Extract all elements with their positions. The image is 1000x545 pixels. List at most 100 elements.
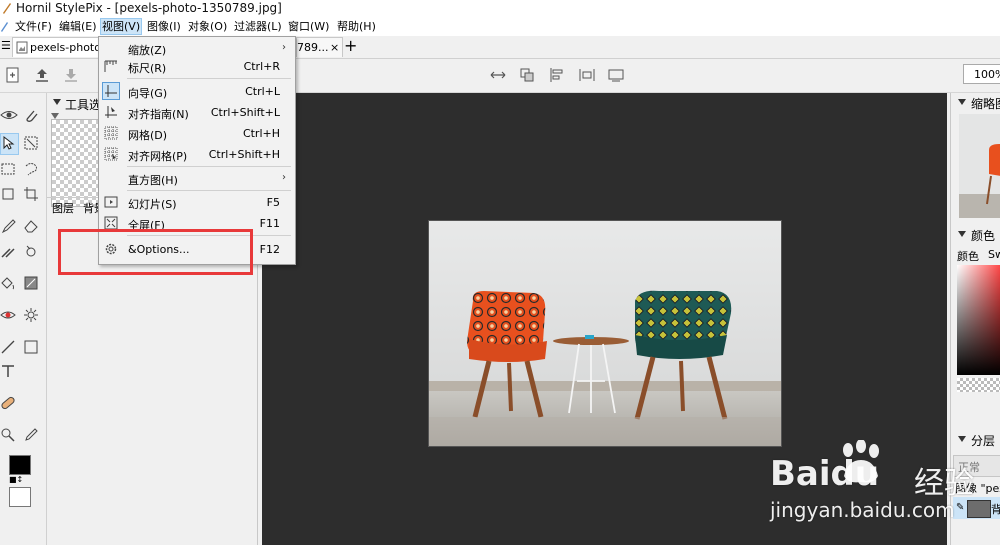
gradient-icon[interactable] [23,275,39,291]
annotation-highlight-box [58,229,253,275]
crop-select-icon[interactable] [23,135,39,151]
red-eye-icon[interactable] [0,307,16,323]
new-tab-icon[interactable]: + [344,36,357,55]
fill-bucket-icon[interactable] [0,275,16,291]
menu-item-grid-label: 网格(D) [128,129,168,142]
alpha-slider[interactable] [957,378,1000,392]
snap-grid-icon [104,147,118,161]
menu-item-ruler-shortcut: Ctrl+R [243,60,280,73]
menu-item-snap-grid-label: 对齐网格(P) [128,150,188,163]
arrange-icon[interactable] [518,66,536,84]
pointer-icon[interactable] [1,135,17,151]
new-document-icon[interactable] [4,66,22,84]
color-panel-header[interactable]: 颜色 [953,225,1000,245]
watermark: Baidu 经验 jingyan.baidu.com [764,440,1000,545]
menu-filter[interactable]: 过滤器(L) [234,19,282,34]
menu-image[interactable]: 图像(I) [147,19,181,34]
menu-item-guide-shortcut: Ctrl+L [245,85,280,98]
menu-separator [127,190,291,191]
tab-document-2-label: 789... [297,41,329,54]
crop-icon[interactable] [23,186,39,202]
menu-item-histogram-label: 直方图(H) [128,174,178,187]
brush-icon[interactable] [0,218,16,234]
menu-item-histogram[interactable]: 直方图(H) › [99,168,295,189]
clone-icon[interactable] [0,243,16,259]
navigator-thumbnail[interactable] [959,114,1000,218]
tab-list-icon[interactable]: ☰ [1,39,11,52]
zoom-icon[interactable] [0,427,16,443]
menu-help[interactable]: 帮助(H) [337,19,376,34]
menu-item-snap-grid[interactable]: 对齐网格(P) Ctrl+Shift+H [99,144,295,165]
upload-icon[interactable] [33,66,51,84]
menu-item-guide-label: 向导(G) [128,87,168,100]
menu-item-grid[interactable]: 网格(D) Ctrl+H [99,123,295,144]
app-menu-icon[interactable] [0,20,10,32]
window-title: Hornil StylePix - [pexels-photo-1350789.… [16,1,282,15]
menu-item-options-shortcut: F12 [259,243,280,256]
eraser-icon[interactable] [23,218,39,234]
collapse-triangle-icon[interactable] [53,99,61,105]
chairs-photo-svg [429,221,781,446]
menu-object[interactable]: 对象(O) [188,19,227,34]
menu-item-snap-grid-shortcut: Ctrl+Shift+H [208,148,280,161]
color-panel-title: 颜色 [971,229,996,243]
line-icon[interactable] [0,339,16,355]
align-left-icon[interactable] [548,66,566,84]
heal-icon[interactable] [23,243,39,259]
color-tab[interactable]: 颜色 [957,248,979,264]
thumbnail-svg [959,114,1000,218]
thumbnail-panel-header[interactable]: 缩略图 [953,93,1000,113]
close-tab-icon[interactable]: × [330,38,339,57]
menu-file[interactable]: 文件(F) [15,19,52,34]
eyedropper-icon[interactable] [23,427,39,443]
menu-item-snap-guide-shortcut: Ctrl+Shift+L [210,106,280,119]
app-icon [3,3,11,14]
rectangle-icon[interactable] [23,339,39,355]
submenu-arrow-icon: › [282,172,286,183]
swap-colors-icon[interactable]: ■↕ [9,475,23,484]
menu-item-guide[interactable]: 向导(G) Ctrl+L [99,81,295,102]
frame-icon[interactable] [0,186,16,202]
menu-item-grid-shortcut: Ctrl+H [242,127,280,140]
menu-view[interactable]: 视图(V) [100,18,143,35]
zoom-field[interactable]: 100% [963,64,1000,84]
guide-icon [102,82,120,100]
photo-chairs [428,220,782,447]
tools-bar: ■↕ [0,93,47,545]
menu-item-slideshow[interactable]: 幻灯片(S) F5 [99,192,295,213]
grid-icon [104,126,118,140]
rect-select-icon[interactable] [0,161,16,177]
tab-document-1-label: pexels-photo [30,41,101,54]
foreground-color-swatch[interactable] [9,455,31,475]
download-icon[interactable] [62,66,80,84]
thumbnail-panel-title: 缩略图 [971,97,1000,111]
collapse-triangle-icon[interactable] [958,99,966,105]
menu-window[interactable]: 窗口(W) [288,19,329,34]
menu-edit[interactable]: 编辑(E) [59,19,97,34]
menu-item-slideshow-shortcut: F5 [266,196,280,209]
text-icon[interactable] [0,363,16,379]
watermark-cn: 经验 [914,466,974,501]
paperclip-icon[interactable] [23,107,39,123]
tab-document-1[interactable]: pexels-photo [12,37,106,57]
menu-item-ruler-label: 标尺(R) [128,62,167,75]
title-bar: Hornil StylePix - [pexels-photo-1350789.… [0,0,1000,17]
menu-item-ruler[interactable]: 标尺(R) Ctrl+R [99,56,295,77]
collapse-triangle-icon[interactable] [958,231,966,237]
canvas-size-icon[interactable] [607,66,625,84]
snap-guide-icon [105,106,117,118]
brightness-icon[interactable] [23,307,39,323]
eye-icon[interactable] [0,107,18,123]
lasso-icon[interactable] [23,161,39,177]
slideshow-icon [104,196,118,208]
flip-horizontal-icon[interactable] [489,66,507,84]
background-color-swatch[interactable] [9,487,31,507]
distribute-icon[interactable] [578,66,596,84]
tab-layers[interactable]: 图层 [52,200,74,216]
menu-item-snap-guide[interactable]: 对齐指南(N) Ctrl+Shift+L [99,102,295,123]
bandage-icon[interactable] [0,395,16,411]
tab-document-2[interactable]: 789... × [296,37,343,57]
paw-logo-icon [843,440,879,483]
color-picker-field[interactable] [957,265,1000,375]
swatches-tab[interactable]: Sw [988,248,1000,261]
